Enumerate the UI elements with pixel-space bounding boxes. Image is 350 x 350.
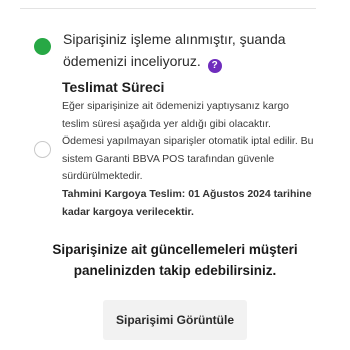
- top-divider: [20, 8, 316, 9]
- help-icon[interactable]: ?: [207, 59, 222, 73]
- view-order-button[interactable]: Siparişimi Görüntüle: [103, 300, 247, 340]
- estimated-shipping-date: Tahmini Kargoya Teslim: 01 Ağustos 2024 …: [62, 188, 312, 218]
- customer-panel-notice: Siparişinize ait güncellemeleri müşteri …: [52, 242, 298, 278]
- shipping-process-title: Teslimat Süreci: [62, 79, 165, 95]
- shipping-process-description: Eğer siparişinize ait ödemenizi yaptıysa…: [62, 100, 314, 182]
- order-received-message: Siparişiniz işleme alınmıştır, şuanda öd…: [63, 31, 286, 69]
- status-complete-icon: [34, 38, 51, 55]
- step-order-received-text: Siparişiniz işleme alınmıştır, şuanda öd…: [63, 28, 313, 73]
- status-pending-icon: [34, 141, 51, 158]
